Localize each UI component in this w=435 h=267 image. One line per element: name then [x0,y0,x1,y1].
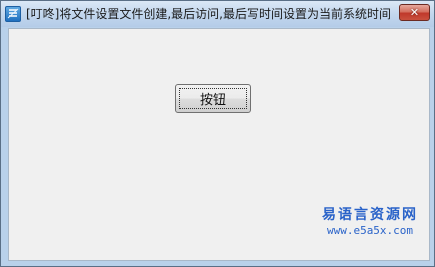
close-icon: ✕ [409,6,420,19]
window-title: [叮咚]将文件设置文件创建,最后访问,最后写时间设置为当前系统时间 [26,7,391,21]
watermark-url: www.e5a5x.com [326,224,414,237]
watermark: 易语言资源网 www.e5a5x.com [311,206,429,238]
app-window: [叮咚]将文件设置文件创建,最后访问,最后写时间设置为当前系统时间 ✕ 按钮 易… [0,0,435,267]
title-bar[interactable]: [叮咚]将文件设置文件创建,最后访问,最后写时间设置为当前系统时间 ✕ [1,1,434,27]
close-button[interactable]: ✕ [399,4,430,21]
app-icon[interactable] [5,6,21,22]
action-button-label: 按钮 [199,93,226,108]
watermark-title: 易语言资源网 [322,207,418,223]
action-button[interactable]: 按钮 [175,84,251,113]
